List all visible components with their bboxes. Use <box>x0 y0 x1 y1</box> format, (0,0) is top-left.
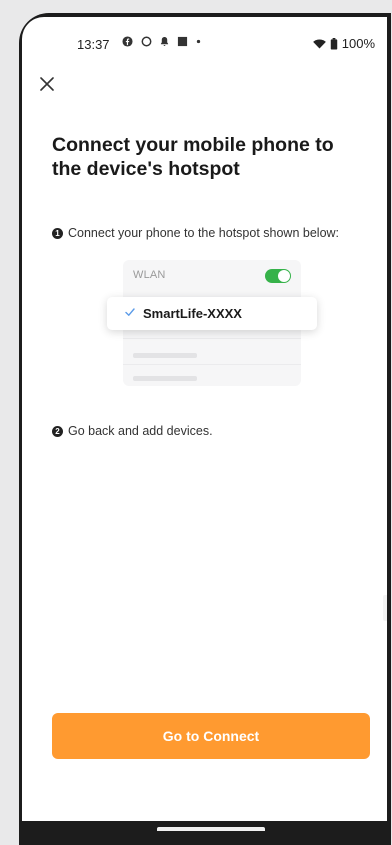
status-time: 13:37 <box>77 37 110 52</box>
step-2-number: 2 <box>52 425 63 437</box>
placeholder-network <box>133 376 197 381</box>
step-1-text: Connect your phone to the hotspot shown … <box>68 226 340 240</box>
card-divider <box>123 338 301 339</box>
side-handle[interactable] <box>383 595 387 621</box>
step-1: 1 Connect your phone to the hotspot show… <box>52 226 339 240</box>
battery-percent: 100% <box>341 36 375 51</box>
square-icon <box>177 36 188 47</box>
notification-icon <box>160 37 169 46</box>
step-2-text: Go back and add devices. <box>68 424 213 438</box>
network-name: SmartLife-XXXX <box>143 306 242 321</box>
step-1-number: 1 <box>52 227 63 239</box>
go-to-connect-button[interactable]: Go to Connect <box>52 713 370 759</box>
wifi-icon <box>312 39 326 49</box>
facebook-icon <box>122 36 133 47</box>
wlan-label: WLAN <box>133 269 166 281</box>
notification-icons <box>122 36 201 47</box>
wlan-toggle <box>265 269 291 283</box>
status-bar: 13:37 100% <box>22 17 387 57</box>
toggle-knob <box>278 270 290 282</box>
status-system-icons: 100% <box>312 36 375 51</box>
dot-icon <box>196 39 201 44</box>
battery-icon <box>330 37 337 50</box>
gesture-nav-bar[interactable] <box>157 827 265 831</box>
network-item-smartlife: SmartLife-XXXX <box>107 297 317 330</box>
check-icon <box>125 308 135 316</box>
close-button[interactable] <box>36 73 58 95</box>
circle-icon <box>141 36 152 47</box>
app-screen: 13:37 100% Connect your mobile phone to … <box>22 17 387 821</box>
placeholder-network <box>133 353 197 358</box>
close-icon <box>40 77 54 91</box>
step-2: 2 Go back and add devices. <box>52 424 213 438</box>
page-title: Connect your mobile phone to the device'… <box>52 134 334 180</box>
card-divider <box>123 364 301 365</box>
